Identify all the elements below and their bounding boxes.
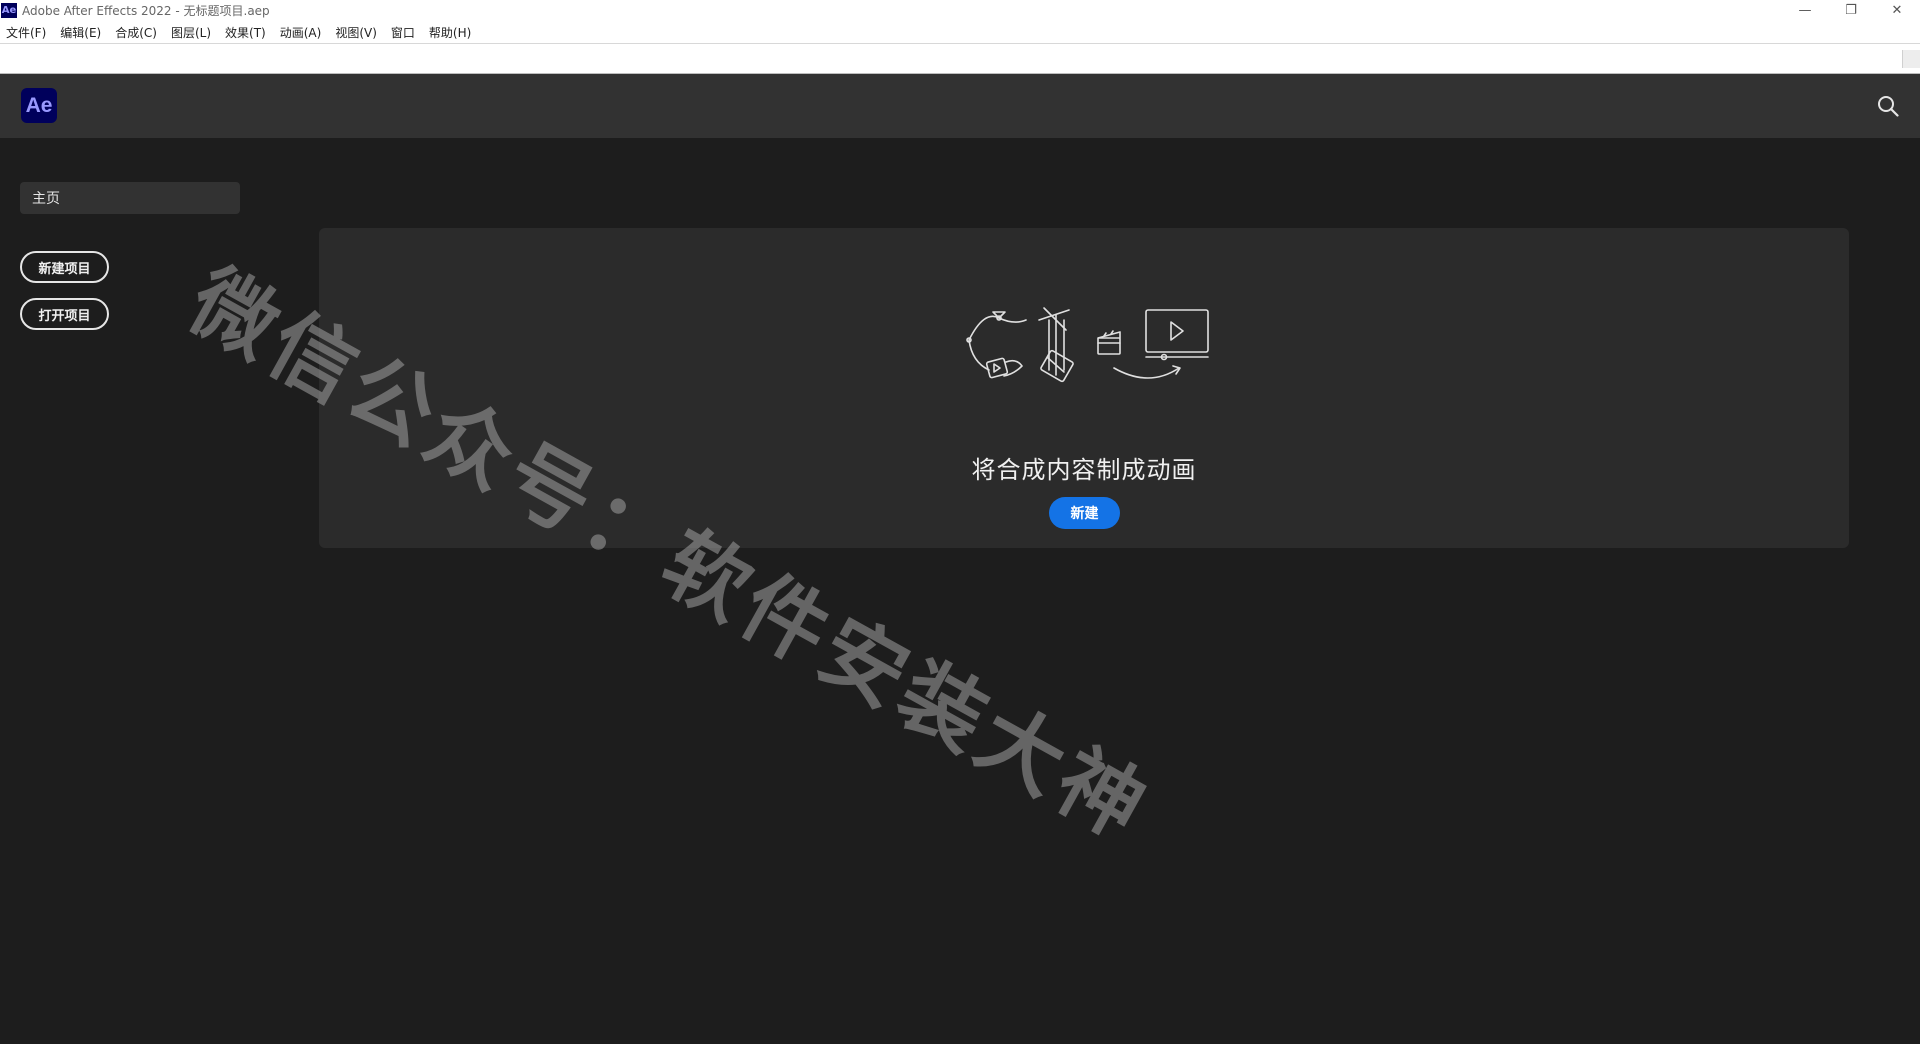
hero-heading: 将合成内容制成动画 [971,456,1197,484]
new-project-button[interactable]: 新建项目 [20,251,109,283]
hero-card: 将合成内容制成动画 新建 [319,228,1849,548]
window-title: Adobe After Effects 2022 - 无标题项目.aep [22,4,270,18]
menu-animation[interactable]: 动画(A) [280,24,322,41]
minimize-button[interactable]: — [1782,0,1828,21]
menu-edit[interactable]: 编辑(E) [60,24,101,41]
new-button[interactable]: 新建 [1049,497,1120,529]
animation-workflow-illustration [966,307,1209,383]
close-button[interactable]: ✕ [1874,0,1920,21]
search-icon [1878,96,1899,117]
window-controls: — ❐ ✕ [1782,0,1920,21]
menu-bar: 文件(F) 编辑(E) 合成(C) 图层(L) 效果(T) 动画(A) 视图(V… [0,21,1920,43]
menu-composition[interactable]: 合成(C) [115,24,157,41]
sidebar-item-home[interactable]: 主页 [20,182,240,214]
home-header: Ae [0,74,1920,138]
restore-button[interactable]: ❐ [1828,0,1874,21]
toolbar-overflow-handle[interactable] [1902,50,1920,68]
tool-strip [0,43,1920,74]
menu-file[interactable]: 文件(F) [6,24,46,41]
menu-view[interactable]: 视图(V) [335,24,377,41]
menu-effect[interactable]: 效果(T) [225,24,266,41]
menu-layer[interactable]: 图层(L) [171,24,211,41]
menu-window[interactable]: 窗口 [391,24,415,41]
open-project-button[interactable]: 打开项目 [20,298,109,330]
app-icon: Ae [1,3,17,18]
status-strip [0,1027,1920,1033]
title-bar: Ae Adobe After Effects 2022 - 无标题项目.aep … [0,0,1920,21]
ae-logo: Ae [21,88,57,123]
search-button[interactable] [1876,94,1900,118]
menu-help[interactable]: 帮助(H) [429,24,471,41]
